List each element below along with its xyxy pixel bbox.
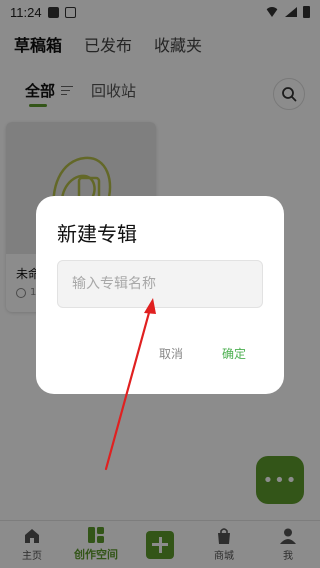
confirm-button[interactable]: 确定 bbox=[222, 345, 246, 362]
new-album-dialog: 新建专辑 取消 确定 bbox=[36, 196, 284, 394]
dialog-title: 新建专辑 bbox=[57, 222, 137, 246]
cancel-button[interactable]: 取消 bbox=[159, 345, 183, 362]
album-name-input[interactable] bbox=[57, 260, 263, 308]
